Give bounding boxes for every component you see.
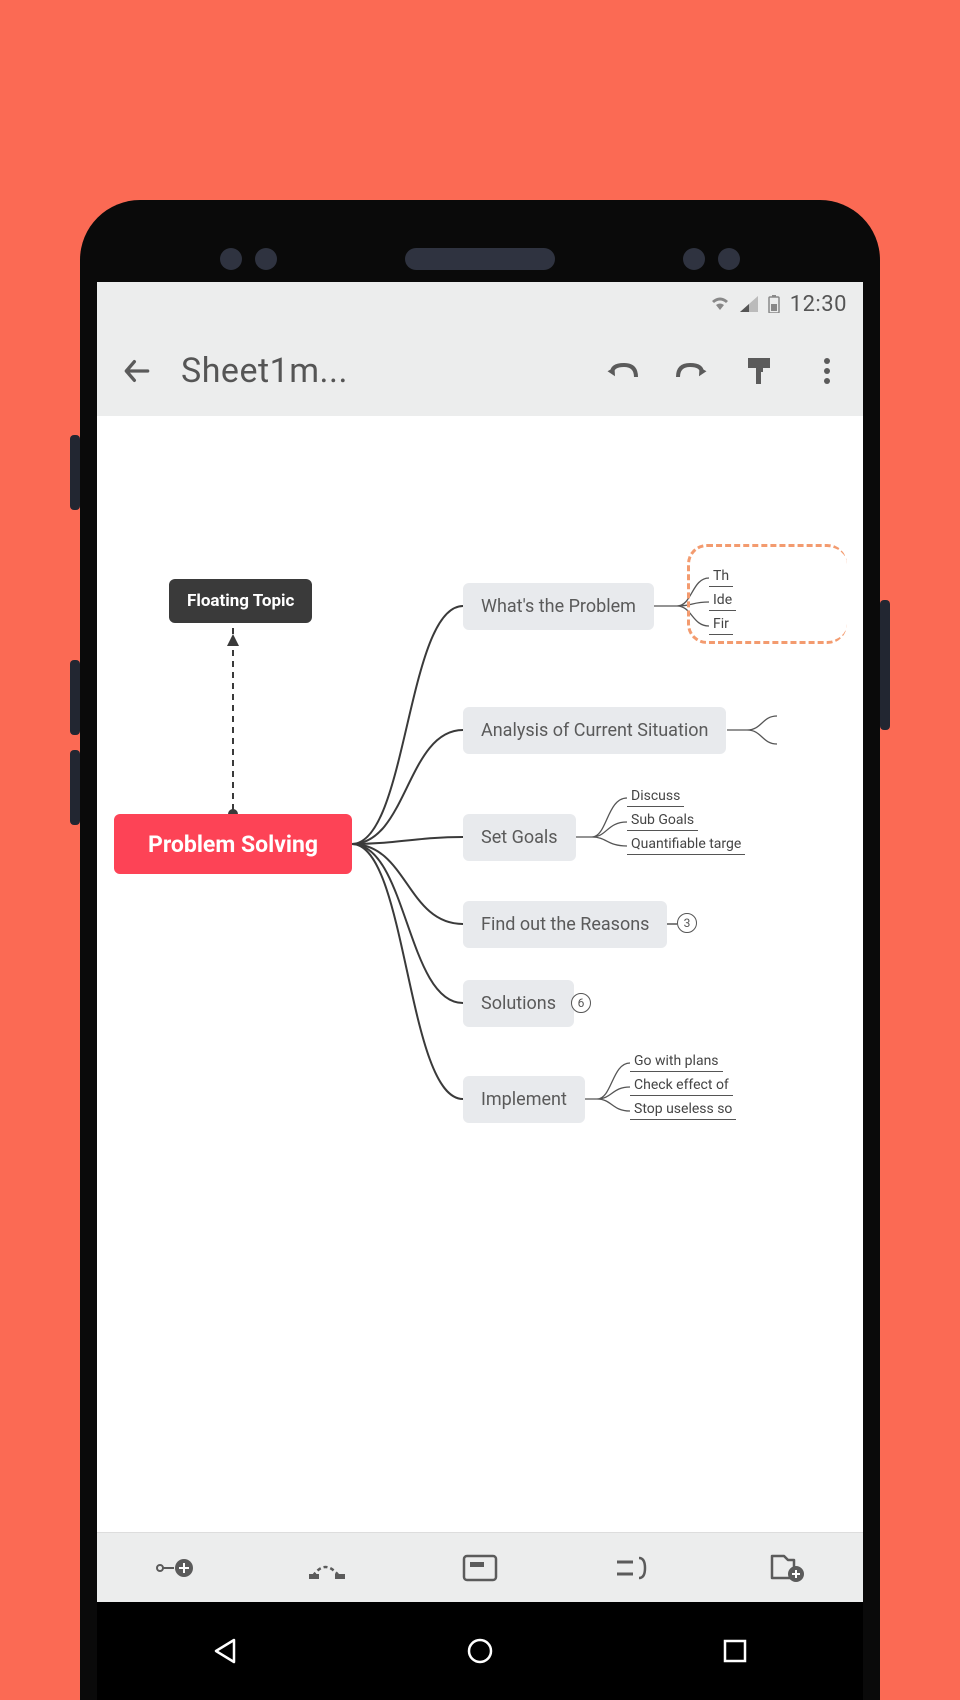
mindmap-canvas[interactable]: Problem Solving Floating Topic What's th…	[97, 416, 863, 1532]
sub-topic[interactable]: Stop useless so	[630, 1099, 736, 1120]
topic-node[interactable]: Find out the Reasons	[463, 901, 667, 948]
sub-topic[interactable]: Fir	[709, 614, 733, 635]
phone-power-button	[880, 600, 890, 730]
add-subtopic-button[interactable]	[144, 1543, 204, 1593]
summary-button[interactable]	[603, 1543, 663, 1593]
status-time: 12:30	[790, 292, 847, 317]
android-nav-bar	[97, 1602, 863, 1700]
central-topic[interactable]: Problem Solving	[114, 814, 352, 874]
add-sheet-button[interactable]	[756, 1543, 816, 1593]
nav-recent-button[interactable]	[705, 1631, 765, 1671]
topic-label: Find out the Reasons	[481, 914, 649, 935]
battery-icon	[768, 295, 780, 313]
status-bar: 12:30	[97, 282, 863, 326]
undo-button[interactable]	[603, 351, 643, 391]
topic-node[interactable]: Analysis of Current Situation	[463, 707, 726, 754]
more-button[interactable]	[807, 351, 847, 391]
collapsed-count-badge[interactable]: 3	[677, 913, 697, 933]
phone-frame: 12:30 Sheet1m...	[80, 200, 880, 1700]
badge-value: 6	[578, 996, 585, 1010]
topic-label: What's the Problem	[481, 596, 636, 617]
phone-volume-down-button	[70, 750, 80, 825]
sub-topic-label: Sub Goals	[631, 812, 694, 828]
sub-topic[interactable]: Th	[709, 566, 733, 587]
topic-node[interactable]: What's the Problem	[463, 583, 654, 630]
sub-topic-label: Check effect of	[634, 1077, 729, 1093]
document-title[interactable]: Sheet1m...	[161, 351, 603, 391]
signal-icon	[740, 296, 758, 312]
phone-speaker	[405, 248, 555, 270]
topic-label: Solutions	[481, 993, 556, 1014]
bottom-toolbar	[97, 1532, 863, 1602]
sensor-dot	[220, 248, 242, 270]
topic-node[interactable]: Solutions	[463, 980, 574, 1027]
app-bar: Sheet1m...	[97, 326, 863, 416]
sub-topic[interactable]: Ide	[709, 590, 736, 611]
central-topic-label: Problem Solving	[148, 831, 318, 858]
sub-topic-label: Quantifiable targe	[631, 836, 741, 852]
wifi-icon	[710, 296, 730, 312]
sub-topic[interactable]: Quantifiable targe	[627, 834, 745, 855]
redo-button[interactable]	[671, 351, 711, 391]
sub-topic-label: Ide	[713, 592, 732, 608]
topic-node[interactable]: Implement	[463, 1076, 585, 1123]
sub-topic-label: Stop useless so	[634, 1101, 732, 1117]
badge-value: 3	[684, 916, 691, 930]
sensor-dot	[683, 248, 705, 270]
nav-back-button[interactable]	[195, 1631, 255, 1671]
sub-topic[interactable]: Check effect of	[630, 1075, 733, 1096]
sub-topic-label: Go with plans	[634, 1053, 719, 1069]
toolbar-actions	[603, 351, 847, 391]
boundary-button[interactable]	[450, 1543, 510, 1593]
format-button[interactable]	[739, 351, 779, 391]
floating-topic-label: Floating Topic	[187, 591, 294, 611]
topic-node[interactable]: Set Goals	[463, 814, 576, 861]
nav-home-button[interactable]	[450, 1631, 510, 1671]
topic-label: Implement	[481, 1089, 567, 1110]
collapsed-count-badge[interactable]: 6	[571, 993, 591, 1013]
sub-topic[interactable]: Discuss	[627, 786, 684, 807]
floating-topic[interactable]: Floating Topic	[169, 579, 312, 623]
sub-topic-label: Discuss	[631, 788, 680, 804]
phone-top-bezel	[80, 200, 880, 282]
sensor-dot	[718, 248, 740, 270]
sub-topic-label: Fir	[713, 616, 729, 632]
topic-label: Set Goals	[481, 827, 558, 848]
sub-topic[interactable]: Sub Goals	[627, 810, 698, 831]
sub-topic[interactable]: Go with plans	[630, 1051, 723, 1072]
sensor-dot	[255, 248, 277, 270]
phone-screen: 12:30 Sheet1m...	[97, 282, 863, 1700]
relationship-button[interactable]	[297, 1543, 357, 1593]
back-button[interactable]	[113, 347, 161, 395]
phone-side-button	[70, 435, 80, 510]
phone-volume-up-button	[70, 660, 80, 735]
sub-topic-label: Th	[713, 568, 729, 584]
topic-label: Analysis of Current Situation	[481, 720, 708, 741]
